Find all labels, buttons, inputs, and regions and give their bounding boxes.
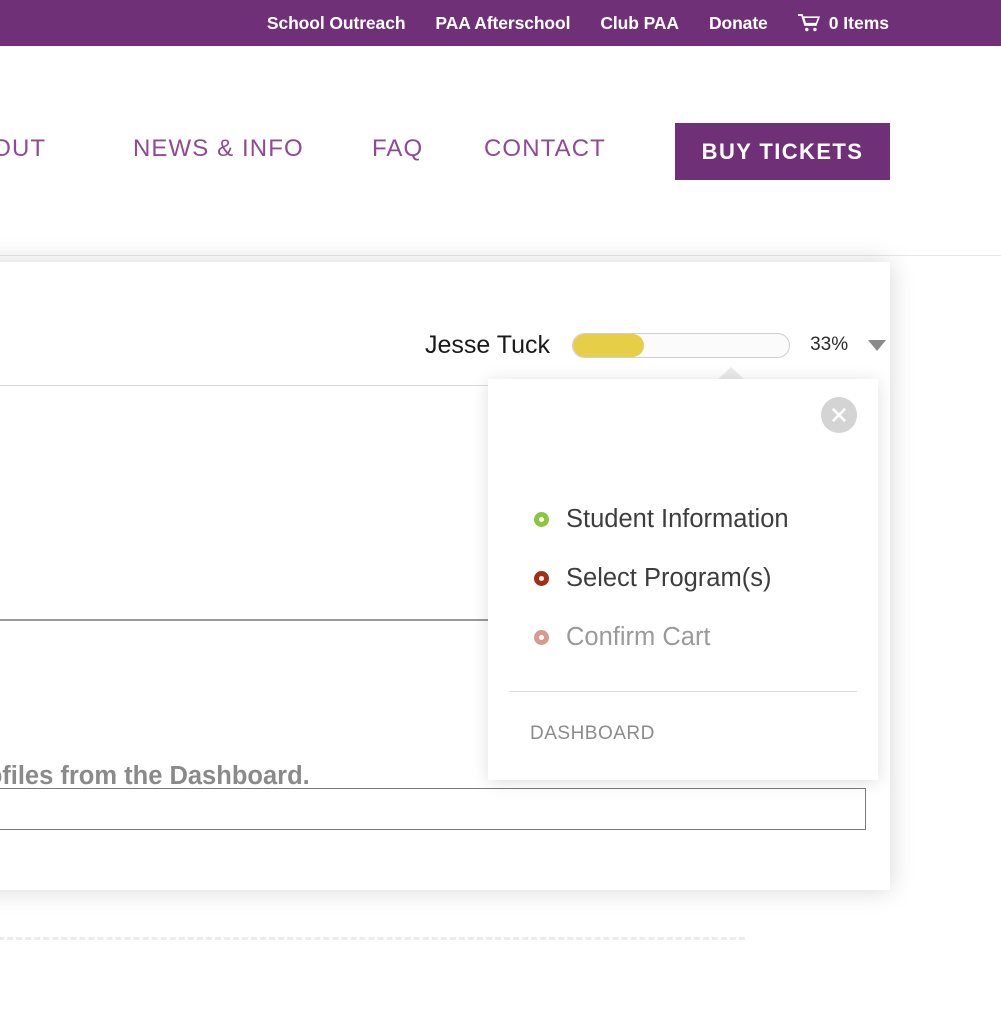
note-input-box[interactable] [0, 788, 866, 830]
registration-progress-fill [573, 333, 645, 357]
dashed-divider [0, 937, 745, 940]
registration-steps-dropdown: Student Information Select Program(s) Co… [488, 379, 878, 780]
step-select-programs[interactable]: Select Program(s) [534, 549, 854, 608]
main-nav-news-and-info[interactable]: NEWS & INFO [133, 135, 304, 163]
card-divider-bottom [0, 619, 488, 621]
student-name: Jesse Tuck [425, 330, 551, 359]
registration-steps-list: Student Information Select Program(s) Co… [534, 490, 854, 667]
dropdown-divider [509, 691, 857, 692]
dashboard-link[interactable]: DASHBOARD [530, 723, 655, 745]
close-icon [832, 408, 846, 422]
utility-nav-club-paa[interactable]: Club PAA [600, 13, 679, 34]
utility-nav-bar: School Outreach PAA Afterschool Club PAA… [0, 0, 1001, 46]
step-bullet-icon [534, 630, 549, 645]
utility-nav-paa-afterschool[interactable]: PAA Afterschool [435, 13, 570, 34]
main-nav-about[interactable]: ABOUT [0, 135, 46, 163]
step-confirm-cart[interactable]: Confirm Cart [534, 608, 854, 667]
registration-progress-bar [572, 332, 791, 358]
main-nav-contact[interactable]: CONTACT [484, 135, 606, 163]
step-bullet-icon [534, 512, 549, 527]
card-divider-top [0, 385, 488, 386]
buy-tickets-button[interactable]: BUY TICKETS [675, 123, 890, 180]
registration-progress-percent: 33% [810, 334, 849, 355]
main-nav-bar: ABOUT NEWS & INFO FAQ CONTACT BUY TICKET… [0, 123, 1001, 180]
chevron-down-icon[interactable] [868, 339, 887, 351]
cart-item-count: 0 Items [828, 12, 889, 33]
student-progress-row: Jesse Tuck 33% [425, 325, 887, 365]
utility-nav-donate[interactable]: Donate [709, 13, 768, 34]
step-label: Confirm Cart [566, 623, 711, 651]
step-label: Select Program(s) [566, 564, 772, 592]
header-divider [0, 255, 1001, 256]
cart-link[interactable]: 0 Items [797, 12, 889, 34]
shopping-cart-icon [797, 14, 820, 32]
utility-nav-school-outreach[interactable]: School Outreach [267, 13, 406, 34]
close-circle-icon[interactable] [821, 397, 857, 433]
dashboard-note-text: er profiles from the Dashboard. [0, 762, 310, 790]
step-label: Student Information [566, 505, 789, 533]
step-student-information[interactable]: Student Information [534, 490, 854, 549]
main-nav-faq[interactable]: FAQ [372, 135, 423, 163]
step-bullet-icon [534, 571, 549, 586]
